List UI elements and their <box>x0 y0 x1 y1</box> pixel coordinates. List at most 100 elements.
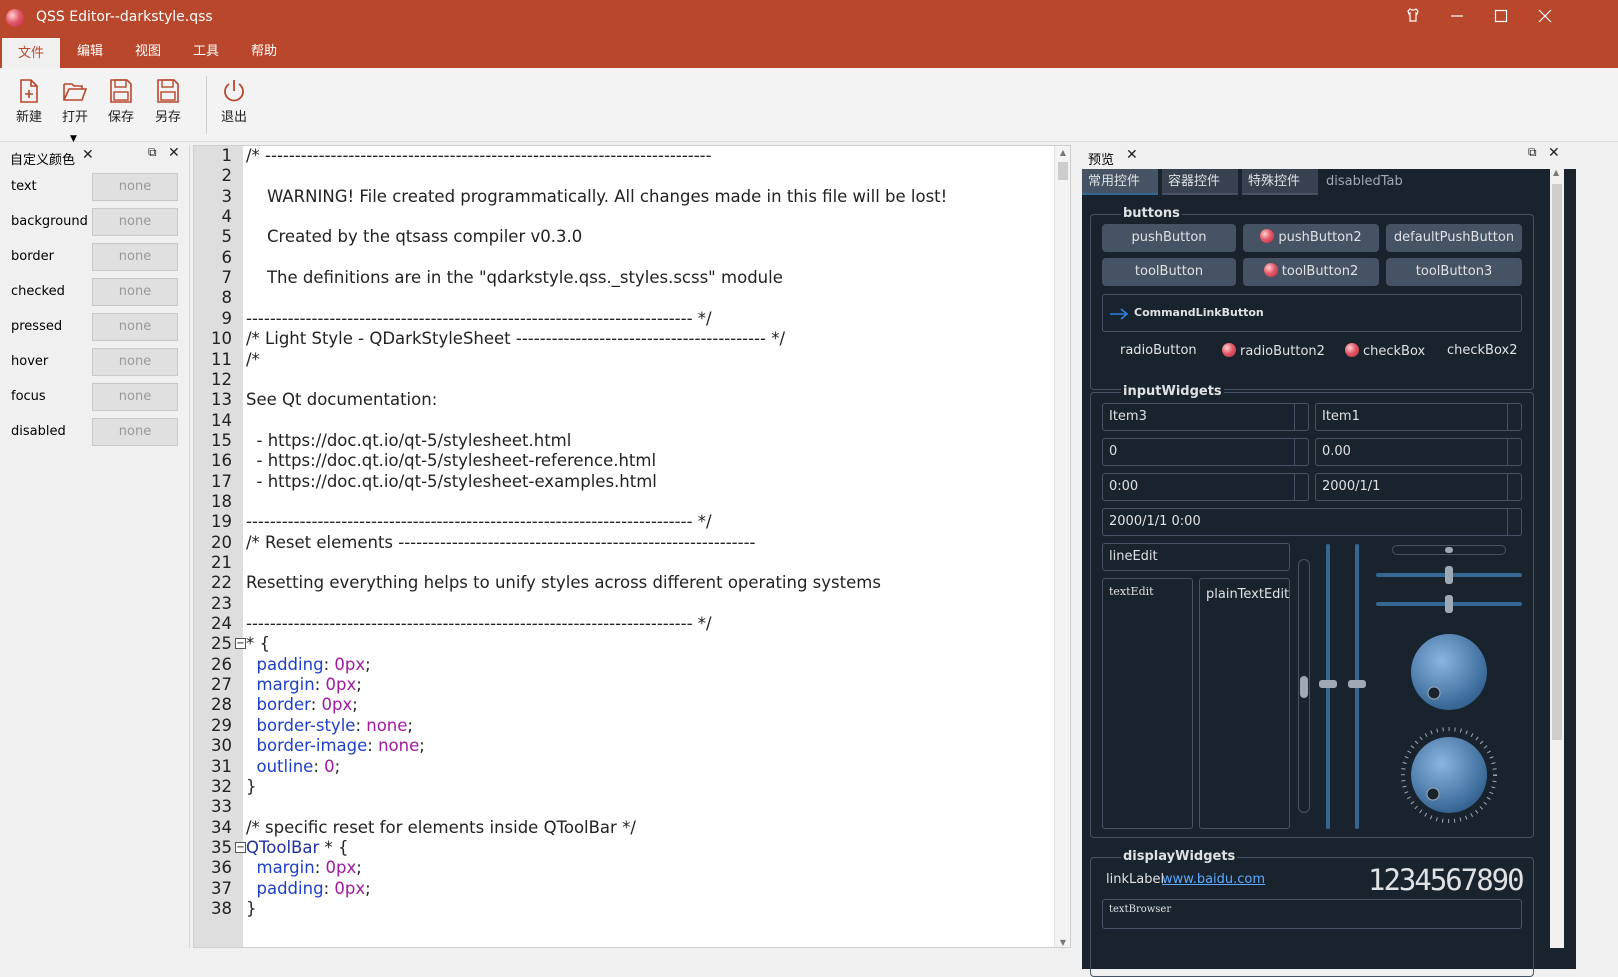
code-line[interactable]: 6 <box>194 248 1054 268</box>
datetime-edit[interactable]: 2000/1/1 0:00 <box>1102 508 1522 536</box>
color-value-button[interactable]: none <box>92 313 178 341</box>
code-line[interactable]: 20 /* Reset elements --------------------… <box>194 533 1054 553</box>
fold-toggle-icon[interactable]: − <box>235 841 246 853</box>
combo-arrow[interactable] <box>1294 404 1308 430</box>
color-value-button[interactable]: none <box>92 278 178 306</box>
line-edit[interactable]: lineEdit <box>1102 543 1290 571</box>
color-value-button[interactable]: none <box>92 348 178 376</box>
tool-button-2[interactable]: toolButton2 <box>1243 258 1379 286</box>
color-value-button[interactable]: none <box>92 418 178 446</box>
code-line[interactable]: 1 /* ------------------------------------… <box>194 146 1054 166</box>
horizontal-slider-2-handle[interactable] <box>1445 595 1453 613</box>
tab-special[interactable]: 特殊控件 <box>1242 169 1318 195</box>
dock-tab-close-icon[interactable]: ✕ <box>82 147 94 163</box>
scroll-up-icon[interactable]: ▲ <box>1553 168 1559 177</box>
fold-toggle-icon[interactable]: − <box>235 638 246 650</box>
code-line[interactable]: 12 <box>194 370 1054 390</box>
code-line[interactable]: 5 Created by the qtsass compiler v0.3.0 <box>194 227 1054 247</box>
skin-icon[interactable] <box>1390 0 1436 36</box>
vertical-slider-1-handle[interactable] <box>1319 680 1337 688</box>
dock-float-icon[interactable]: ⧉ <box>148 145 157 160</box>
color-value-button[interactable]: none <box>92 173 178 201</box>
new-button[interactable]: 新建 <box>9 74 49 138</box>
horizontal-scrollbar-handle[interactable] <box>1445 547 1453 553</box>
open-button[interactable]: 打开 ▼ <box>55 74 95 144</box>
check-box-2[interactable]: checkBox2 <box>1447 343 1518 358</box>
horizontal-slider-1-handle[interactable] <box>1445 566 1453 584</box>
scrollbar-handle[interactable] <box>1300 676 1308 698</box>
horizontal-scrollbar[interactable] <box>1392 545 1506 555</box>
vertical-scrollbar[interactable] <box>1298 559 1310 813</box>
dock-tab-close-icon[interactable]: ✕ <box>1126 147 1138 163</box>
exit-button[interactable]: 退出 <box>214 74 254 138</box>
code-line[interactable]: 25− * { <box>194 634 1054 654</box>
check-box[interactable]: checkBox <box>1345 343 1425 359</box>
combo-arrow[interactable] <box>1507 404 1521 430</box>
scroll-thumb[interactable] <box>1552 184 1562 740</box>
code-line[interactable]: 27 margin: 0px; <box>194 675 1054 695</box>
dock-close-icon[interactable]: ✕ <box>1548 145 1560 161</box>
code-line[interactable]: 34 /* specific reset for elements inside … <box>194 818 1054 838</box>
color-value-button[interactable]: none <box>92 208 178 236</box>
code-line[interactable]: 10 /* Light Style - QDarkStyleSheet -----… <box>194 329 1054 349</box>
code-line[interactable]: 24 --------------------------------------… <box>194 614 1054 634</box>
color-value-button[interactable]: none <box>92 243 178 271</box>
code-line[interactable]: 16 - https://doc.qt.io/qt-5/stylesheet-r… <box>194 451 1054 471</box>
preview-scrollbar[interactable]: ▲ <box>1550 168 1564 948</box>
code-line[interactable]: 7 The definitions are in the "qdarkstyle… <box>194 268 1054 288</box>
plain-text-edit[interactable]: plainTextEdit <box>1199 578 1290 829</box>
code-line[interactable]: 29 border-style: none; <box>194 716 1054 736</box>
code-line[interactable]: 32} <box>194 777 1054 797</box>
spin-buttons[interactable] <box>1294 439 1308 465</box>
code-line[interactable]: 31 outline: 0; <box>194 757 1054 777</box>
code-line[interactable]: 8 <box>194 288 1054 308</box>
menu-file[interactable]: 文件 <box>2 36 60 68</box>
save-as-button[interactable]: 另存 <box>148 74 188 138</box>
code-line[interactable]: 19 --------------------------------------… <box>194 512 1054 532</box>
save-button[interactable]: 保存 <box>101 74 141 138</box>
editor-scrollbar[interactable]: ▲ ▼ <box>1054 146 1070 947</box>
date-edit[interactable]: 2000/1/1 <box>1315 473 1522 501</box>
radio-button[interactable]: radioButton <box>1120 343 1197 358</box>
menu-view[interactable]: 视图 <box>120 36 176 68</box>
code-line[interactable]: 28 border: 0px; <box>194 695 1054 715</box>
minimize-button[interactable] <box>1434 0 1480 36</box>
code-line[interactable]: 14 <box>194 411 1054 431</box>
spin-buttons[interactable] <box>1294 474 1308 500</box>
dock-float-icon[interactable]: ⧉ <box>1528 145 1537 160</box>
combo-box-2[interactable]: Item1 <box>1315 403 1522 431</box>
code-line[interactable]: 9 ---------------------------------------… <box>194 309 1054 329</box>
code-line[interactable]: 18 <box>194 492 1054 512</box>
code-line[interactable]: 36 margin: 0px; <box>194 858 1054 878</box>
text-edit[interactable]: textEdit <box>1102 578 1193 829</box>
vertical-slider-2-handle[interactable] <box>1348 680 1366 688</box>
code-line[interactable]: 4 <box>194 207 1054 227</box>
spin-buttons[interactable] <box>1507 439 1521 465</box>
menu-edit[interactable]: 编辑 <box>62 36 118 68</box>
dial-2[interactable] <box>1400 726 1498 824</box>
code-line[interactable]: 26 padding: 0px; <box>194 655 1054 675</box>
code-line[interactable]: 22 Resetting everything helps to unify st… <box>194 573 1054 593</box>
code-line[interactable]: 23 <box>194 594 1054 614</box>
radio-button-2[interactable]: radioButton2 <box>1222 343 1325 359</box>
code-line[interactable]: 21 <box>194 553 1054 573</box>
dial-1[interactable] <box>1408 631 1490 713</box>
time-edit[interactable]: 0:00 <box>1102 473 1309 501</box>
tab-common[interactable]: 常用控件 <box>1082 169 1158 195</box>
code-line[interactable]: 11 /* <box>194 350 1054 370</box>
code-line[interactable]: 38} <box>194 899 1054 919</box>
command-link-button[interactable]: CommandLinkButton <box>1102 294 1522 332</box>
maximize-button[interactable] <box>1478 0 1524 36</box>
link[interactable]: www.baidu.com <box>1162 872 1265 887</box>
code-line[interactable]: 2 <box>194 166 1054 186</box>
spin-buttons[interactable] <box>1507 509 1521 535</box>
menu-tools[interactable]: 工具 <box>178 36 234 68</box>
push-button-2[interactable]: pushButton2 <box>1243 224 1379 252</box>
scroll-down-icon[interactable]: ▼ <box>1055 938 1070 947</box>
tool-button[interactable]: toolButton <box>1102 258 1236 286</box>
code-line[interactable]: 37 padding: 0px; <box>194 879 1054 899</box>
push-button[interactable]: pushButton <box>1102 224 1236 252</box>
code-line[interactable]: 33 <box>194 797 1054 817</box>
code-line[interactable]: 35− QToolBar * { <box>194 838 1054 858</box>
menu-help[interactable]: 帮助 <box>236 36 292 68</box>
